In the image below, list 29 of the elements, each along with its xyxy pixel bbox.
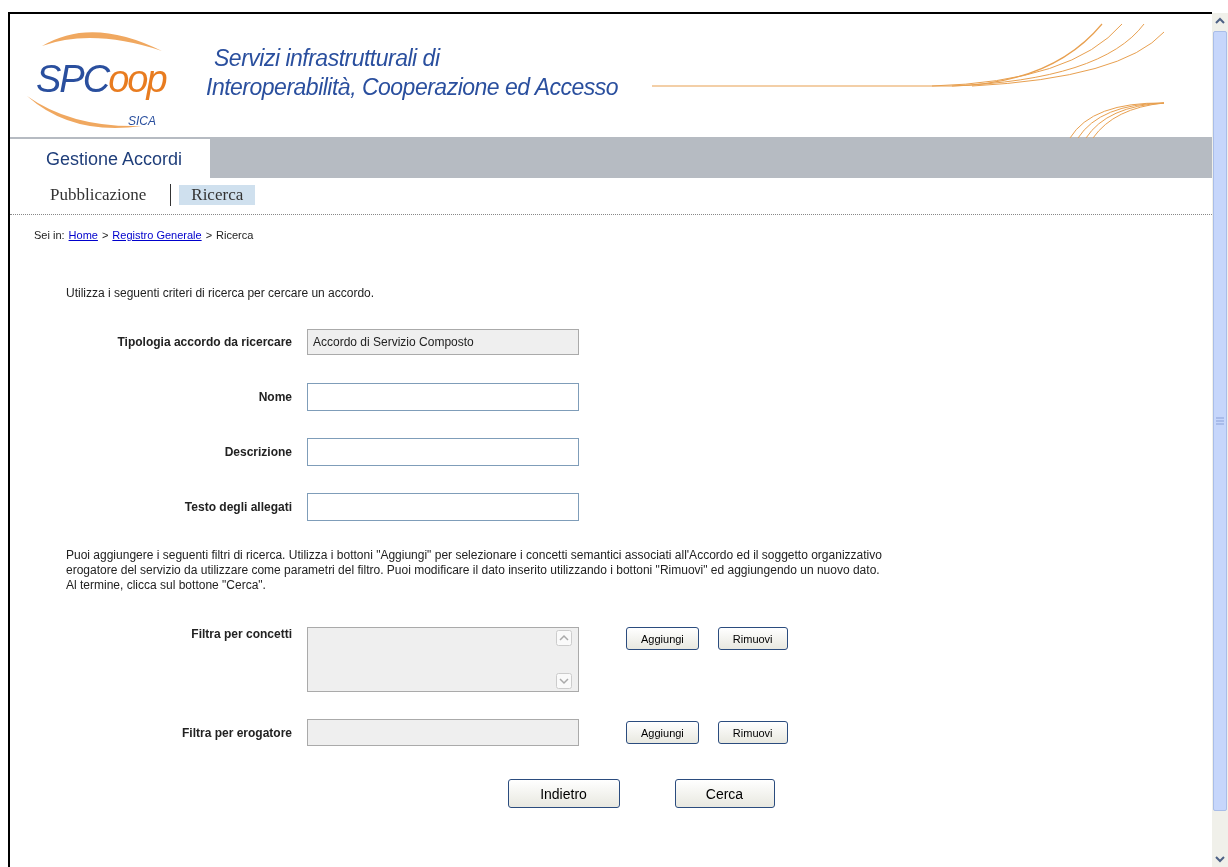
nav-link[interactable]: Pubblicazione bbox=[46, 185, 151, 205]
header-title: Interoperabilità, Cooperazione ed Accesso bbox=[206, 73, 619, 102]
breadcrumb-separator: > bbox=[101, 229, 109, 241]
breadcrumb-separator: > bbox=[205, 229, 213, 241]
field-label: Descrizione bbox=[223, 445, 293, 459]
breadcrumb-link[interactable]: Home bbox=[68, 229, 98, 241]
logo-text: SPCoop bbox=[36, 58, 166, 101]
filter-button[interactable]: Rimuovi bbox=[717, 627, 788, 650]
logo-subtitle: SICA bbox=[128, 114, 156, 128]
help-text: Puoi aggiungere i seguenti filtri di ricerca. Utilizza i bottoni "Aggiungi" per selezionare i concetti semantici associati all'Accordo ed il soggetto organizzativo bbox=[66, 548, 883, 563]
help-text: erogatore del servizio da utilizzare come parametri del filtro. Puoi modificare il dato inserito utilizzando i bottoni "Rimuovi" ed aggiungendo un nuovo dato. bbox=[66, 563, 881, 578]
section-tab[interactable]: Gestione Accordi bbox=[10, 137, 210, 178]
breadcrumb-label: Sei in: bbox=[34, 229, 65, 241]
header-title: Servizi infrastrutturali di bbox=[213, 44, 442, 73]
filter-button[interactable]: Aggiungi bbox=[626, 721, 699, 744]
breadcrumb-link[interactable]: Registro Generale bbox=[112, 229, 202, 241]
field-label: Nome bbox=[257, 390, 293, 404]
help-text: Al termine, clicca sul bottone "Cerca". bbox=[66, 578, 267, 593]
filter-button[interactable]: Rimuovi bbox=[717, 721, 788, 744]
intro-text: Utilizza i seguenti criteri di ricerca per cercare un accordo. bbox=[66, 286, 376, 300]
filter-button[interactable]: Aggiungi bbox=[626, 627, 699, 650]
action-button[interactable]: Indietro bbox=[507, 779, 620, 808]
field-label: Testo degli allegati bbox=[183, 500, 293, 514]
nav-link[interactable]: Ricerca bbox=[179, 185, 256, 205]
field-label: Filtra per erogatore bbox=[180, 725, 293, 740]
field-label: Filtra per concetti bbox=[190, 627, 293, 641]
breadcrumb-current: Ricerca bbox=[216, 229, 254, 241]
field-label: Tipologia accordo da ricercare bbox=[116, 335, 293, 349]
action-button[interactable]: Cerca bbox=[674, 779, 775, 808]
